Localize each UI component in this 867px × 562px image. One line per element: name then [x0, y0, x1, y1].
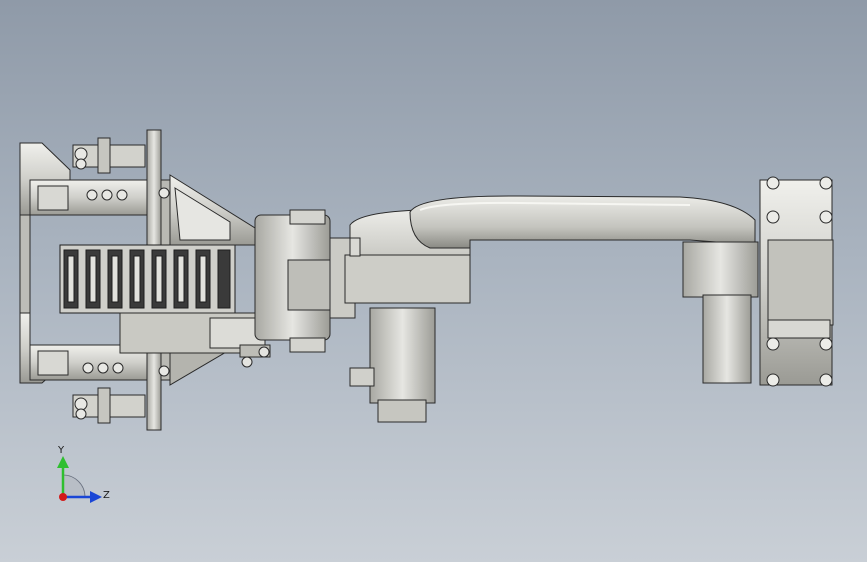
- coordinate-triad[interactable]: Y Z: [57, 445, 110, 503]
- z-axis-label: Z: [103, 490, 110, 501]
- y-axis-arrowhead-icon: [57, 456, 69, 468]
- joint-1-housing: [254, 209, 356, 353]
- motor-1: [349, 307, 436, 423]
- cad-model-viewport[interactable]: Y Z: [0, 0, 867, 562]
- y-axis-label: Y: [57, 445, 65, 456]
- x-axis-point-icon: [59, 493, 67, 501]
- z-axis-arrowhead-icon: [90, 491, 102, 503]
- cable-drag-chain: [59, 244, 236, 314]
- triad-plane-icon: [62, 474, 86, 498]
- upper-arm-link: [409, 195, 756, 249]
